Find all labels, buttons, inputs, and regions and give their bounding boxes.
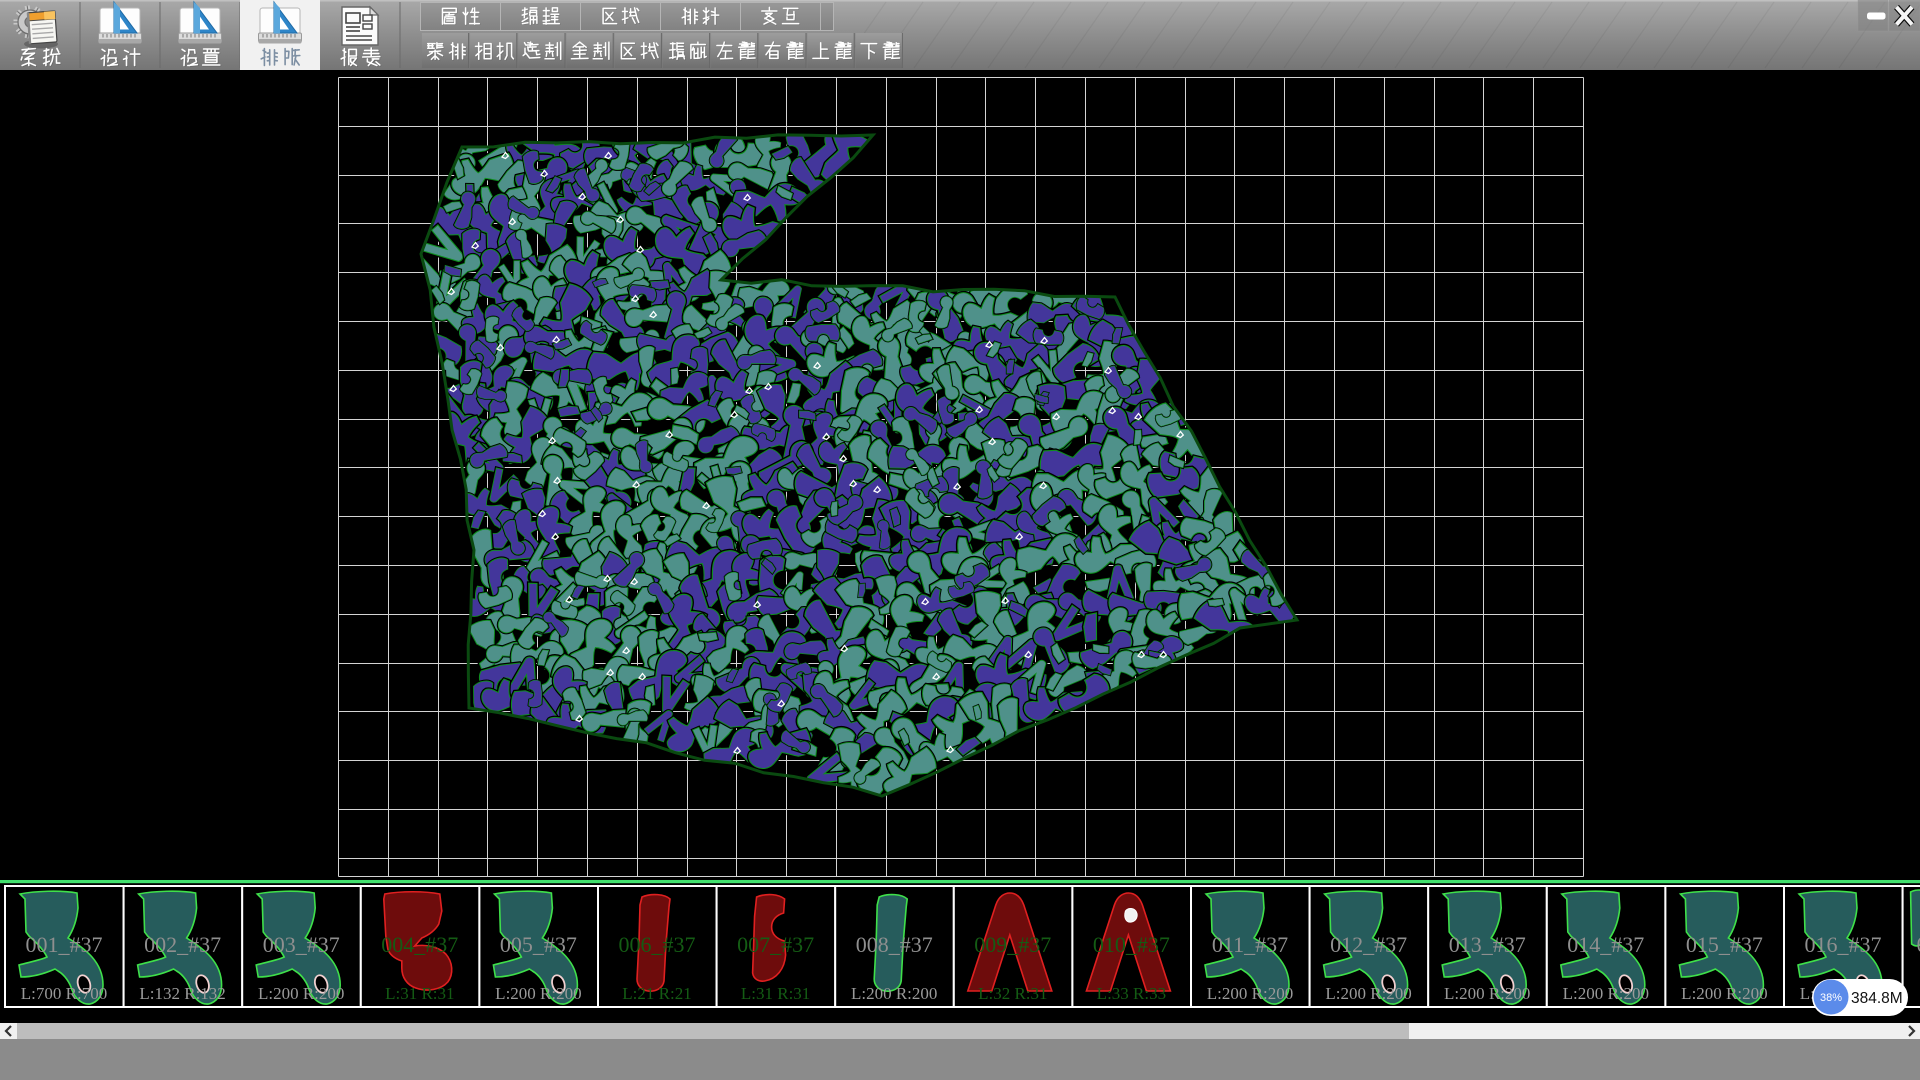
svg-text:005_#37: 005_#37 [500,932,577,957]
svg-text:009_#37: 009_#37 [974,932,1051,957]
svg-text:L:32 R:31: L:32 R:31 [978,984,1047,1003]
svg-text:013_#37: 013_#37 [1449,932,1526,957]
svg-text:006_#37: 006_#37 [619,932,696,957]
svg-text:38%: 38% [1820,992,1842,1004]
svg-text:L:200 R:200: L:200 R:200 [1207,984,1293,1003]
svg-text:L:700 R:700: L:700 R:700 [21,984,107,1003]
svg-text:010_#37: 010_#37 [1093,932,1170,957]
svg-text:L:21 R:21: L:21 R:21 [622,984,691,1003]
svg-text:016_#37: 016_#37 [1805,932,1882,957]
svg-text:L:132 R:132: L:132 R:132 [139,984,225,1003]
svg-text:002_#37: 002_#37 [144,932,221,957]
svg-text:L:200 R:200: L:200 R:200 [1325,984,1411,1003]
svg-text:L:200 R:200: L:200 R:200 [1681,984,1767,1003]
svg-text:004_#37: 004_#37 [381,932,458,957]
svg-text:011_#37: 011_#37 [1212,932,1288,957]
svg-text:015_#37: 015_#37 [1686,932,1763,957]
svg-text:L:31 R:31: L:31 R:31 [385,984,454,1003]
svg-text:L:200 R:200: L:200 R:200 [851,984,937,1003]
svg-text:0: 0 [1917,932,1920,957]
svg-text:012_#37: 012_#37 [1330,932,1407,957]
svg-text:014_#37: 014_#37 [1567,932,1644,957]
svg-text:008_#37: 008_#37 [856,932,933,957]
svg-text:L:33 R:33: L:33 R:33 [1097,984,1166,1003]
svg-text:L:31 R:31: L:31 R:31 [741,984,810,1003]
svg-text:L:200 R:200: L:200 R:200 [1563,984,1649,1003]
svg-text:384.8M: 384.8M [1851,990,1903,1007]
svg-text:003_#37: 003_#37 [263,932,340,957]
svg-text:001_#37: 001_#37 [26,932,103,957]
svg-text:007_#37: 007_#37 [737,932,814,957]
svg-text:L:200 R:200: L:200 R:200 [1444,984,1530,1003]
svg-text:L:200 R:200: L:200 R:200 [258,984,344,1003]
svg-text:L:200 R:200: L:200 R:200 [495,984,581,1003]
